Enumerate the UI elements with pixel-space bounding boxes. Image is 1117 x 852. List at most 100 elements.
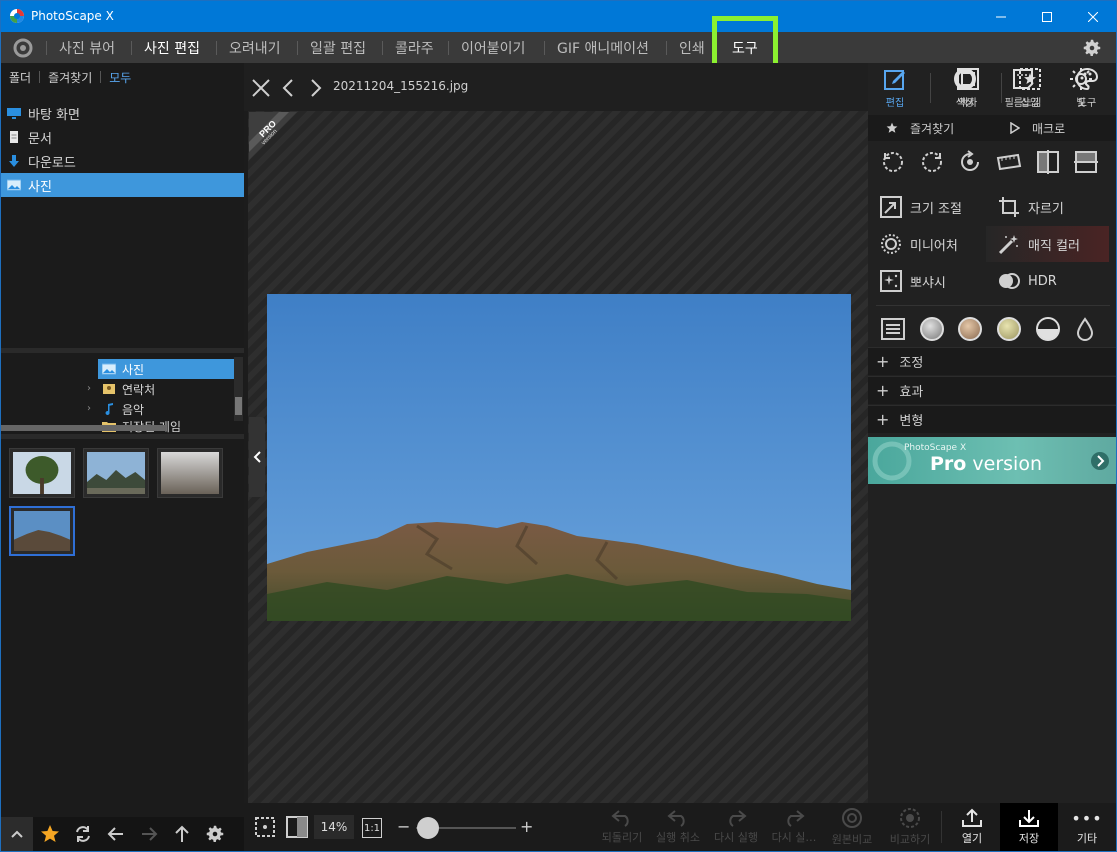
menu-separator xyxy=(216,41,217,55)
compare-split-icon[interactable] xyxy=(286,816,308,838)
forward-button[interactable] xyxy=(132,817,165,851)
expand-arrow-icon[interactable]: › xyxy=(87,403,91,414)
thumbnail-item[interactable] xyxy=(9,448,75,498)
tree-item-contacts[interactable]: 연락처 xyxy=(98,379,234,399)
accordion-adjust[interactable]: + 조정 xyxy=(868,347,1116,375)
menu-collage[interactable]: 콜라주 xyxy=(395,38,434,58)
menu-photo-editor[interactable]: 사진 편집 xyxy=(144,38,200,58)
pro-version-banner[interactable]: PhotoScape X Pro version xyxy=(868,437,1116,484)
scrollbar-thumb[interactable] xyxy=(235,397,242,415)
tab-all[interactable]: 모두 xyxy=(109,69,131,86)
selection-icon[interactable] xyxy=(254,816,276,838)
accordion-effects[interactable]: + 효과 xyxy=(868,376,1116,404)
folder-item-downloads[interactable]: 다운로드 xyxy=(1,149,244,173)
close-button[interactable] xyxy=(1070,1,1116,32)
tree-scrollbar[interactable] xyxy=(234,357,243,421)
panel-divider[interactable] xyxy=(1,434,244,439)
close-image-icon[interactable] xyxy=(252,79,270,97)
refresh-button[interactable] xyxy=(66,817,99,851)
drop-icon[interactable] xyxy=(1076,317,1094,341)
bottom-action-label: 원본비교 xyxy=(831,833,873,846)
rotate-left-icon[interactable] xyxy=(880,149,906,175)
redo-icon xyxy=(729,810,747,827)
zoom-out-icon[interactable]: − xyxy=(397,817,410,836)
menu-photo-viewer[interactable]: 사진 뷰어 xyxy=(59,38,115,58)
main-menu: 사진 뷰어 사진 편집 오려내기 일괄 편집 콜라주 이어붙이기 GIF 애니메… xyxy=(1,32,1116,63)
thumbnail-item[interactable] xyxy=(83,448,149,498)
miniature-button[interactable]: 미니어처 xyxy=(868,226,986,262)
compare-button[interactable]: 비교하기 xyxy=(882,803,938,851)
thumbnail-item-selected[interactable] xyxy=(9,506,75,556)
favorite-button[interactable] xyxy=(33,817,66,851)
tab-favorites[interactable]: 즐겨찾기 xyxy=(48,69,92,86)
menu-gif-animation[interactable]: GIF 애니메이션 xyxy=(557,38,649,58)
folder-item-desktop[interactable]: 바탕 화면 xyxy=(1,101,244,125)
revert-button[interactable]: 되돌리기 xyxy=(594,803,650,851)
prev-image-icon[interactable] xyxy=(282,79,294,97)
flip-horizontal-icon[interactable] xyxy=(1035,149,1061,175)
pro-version-ribbon: PRO version xyxy=(249,112,297,160)
palette-icon xyxy=(1076,67,1099,91)
menu-cut-out[interactable]: 오려내기 xyxy=(229,38,281,58)
tool-tab-tools[interactable]: 도구 xyxy=(1058,67,1116,113)
filter-preset-yellow[interactable] xyxy=(997,317,1021,341)
thumbnail-item[interactable] xyxy=(157,448,223,498)
magic-color-button[interactable]: 매직 컬러 xyxy=(986,226,1109,262)
edited-photo xyxy=(267,294,851,621)
home-icon[interactable] xyxy=(13,38,33,58)
tool-label: 뽀샤시 xyxy=(910,275,946,291)
crop-button[interactable]: 자르기 xyxy=(986,189,1108,225)
tab-folders[interactable]: 폴더 xyxy=(9,69,31,86)
resize-button[interactable]: 크기 조절 xyxy=(868,189,986,225)
filter-preset-warm[interactable] xyxy=(958,317,982,341)
menu-combine[interactable]: 이어붙이기 xyxy=(461,38,525,58)
original-compare-button[interactable]: 원본비교 xyxy=(824,803,880,851)
settings-gear-icon[interactable] xyxy=(1081,37,1103,59)
filter-preset-half[interactable] xyxy=(1036,317,1060,341)
redo-all-button[interactable]: 다시 실… xyxy=(766,803,822,851)
pictures-icon xyxy=(102,363,116,375)
photoscape-logo-icon xyxy=(10,9,24,23)
hdr-button[interactable]: HDR xyxy=(986,263,1108,299)
menu-batch[interactable]: 일괄 편집 xyxy=(310,38,366,58)
favorites-button[interactable]: 즐겨찾기 xyxy=(868,120,998,137)
more-button[interactable]: ••• 기타 xyxy=(1059,803,1115,851)
download-icon xyxy=(9,155,19,167)
back-button[interactable] xyxy=(99,817,132,851)
accordion-transform[interactable]: + 변형 xyxy=(868,405,1116,433)
rotate-free-icon[interactable] xyxy=(957,149,983,175)
maximize-button[interactable] xyxy=(1024,1,1070,32)
open-button[interactable]: 열기 xyxy=(944,803,1000,851)
next-image-icon[interactable] xyxy=(310,79,322,97)
undo-button[interactable]: 실행 취소 xyxy=(650,803,706,851)
save-button[interactable]: 저장 xyxy=(1000,803,1058,851)
tool-tab-insert[interactable]: 삽입 xyxy=(1001,67,1059,113)
up-folder-button[interactable] xyxy=(165,817,198,851)
filter-preset-gray[interactable] xyxy=(920,317,944,341)
list-icon[interactable] xyxy=(881,317,905,341)
zoom-slider-thumb[interactable] xyxy=(417,817,439,839)
zoom-in-icon[interactable]: + xyxy=(520,817,533,836)
tree-item-music[interactable]: 음악 xyxy=(98,399,234,419)
tree-item-pictures[interactable]: 사진 xyxy=(98,359,234,379)
tree-horizontal-scrollbar[interactable] xyxy=(1,425,166,431)
menu-print[interactable]: 인쇄 xyxy=(679,38,705,58)
zoom-level[interactable]: 14% xyxy=(314,815,354,839)
actual-size-button[interactable]: 1:1 xyxy=(362,818,382,838)
macro-button[interactable]: 매크로 xyxy=(998,120,1065,137)
tool-tab-label: 도구 xyxy=(1077,98,1097,109)
rotate-right-icon[interactable] xyxy=(919,149,945,175)
bloom-button[interactable]: 뽀샤시 xyxy=(868,263,986,299)
folder-item-documents[interactable]: 문서 xyxy=(1,125,244,149)
tool-tab-frame[interactable]: 액자 xyxy=(939,67,997,113)
folder-item-pictures[interactable]: 사진 xyxy=(1,173,244,197)
expand-arrow-icon[interactable]: › xyxy=(87,383,91,394)
flip-vertical-icon[interactable] xyxy=(1073,149,1099,175)
window-title: PhotoScape X xyxy=(31,9,114,23)
left-settings-button[interactable] xyxy=(198,817,231,851)
collapse-left-panel-button[interactable] xyxy=(249,417,265,497)
collapse-up-button[interactable] xyxy=(1,817,33,851)
redo-button[interactable]: 다시 실행 xyxy=(708,803,764,851)
straighten-icon[interactable] xyxy=(996,149,1022,175)
minimize-button[interactable] xyxy=(978,1,1024,32)
